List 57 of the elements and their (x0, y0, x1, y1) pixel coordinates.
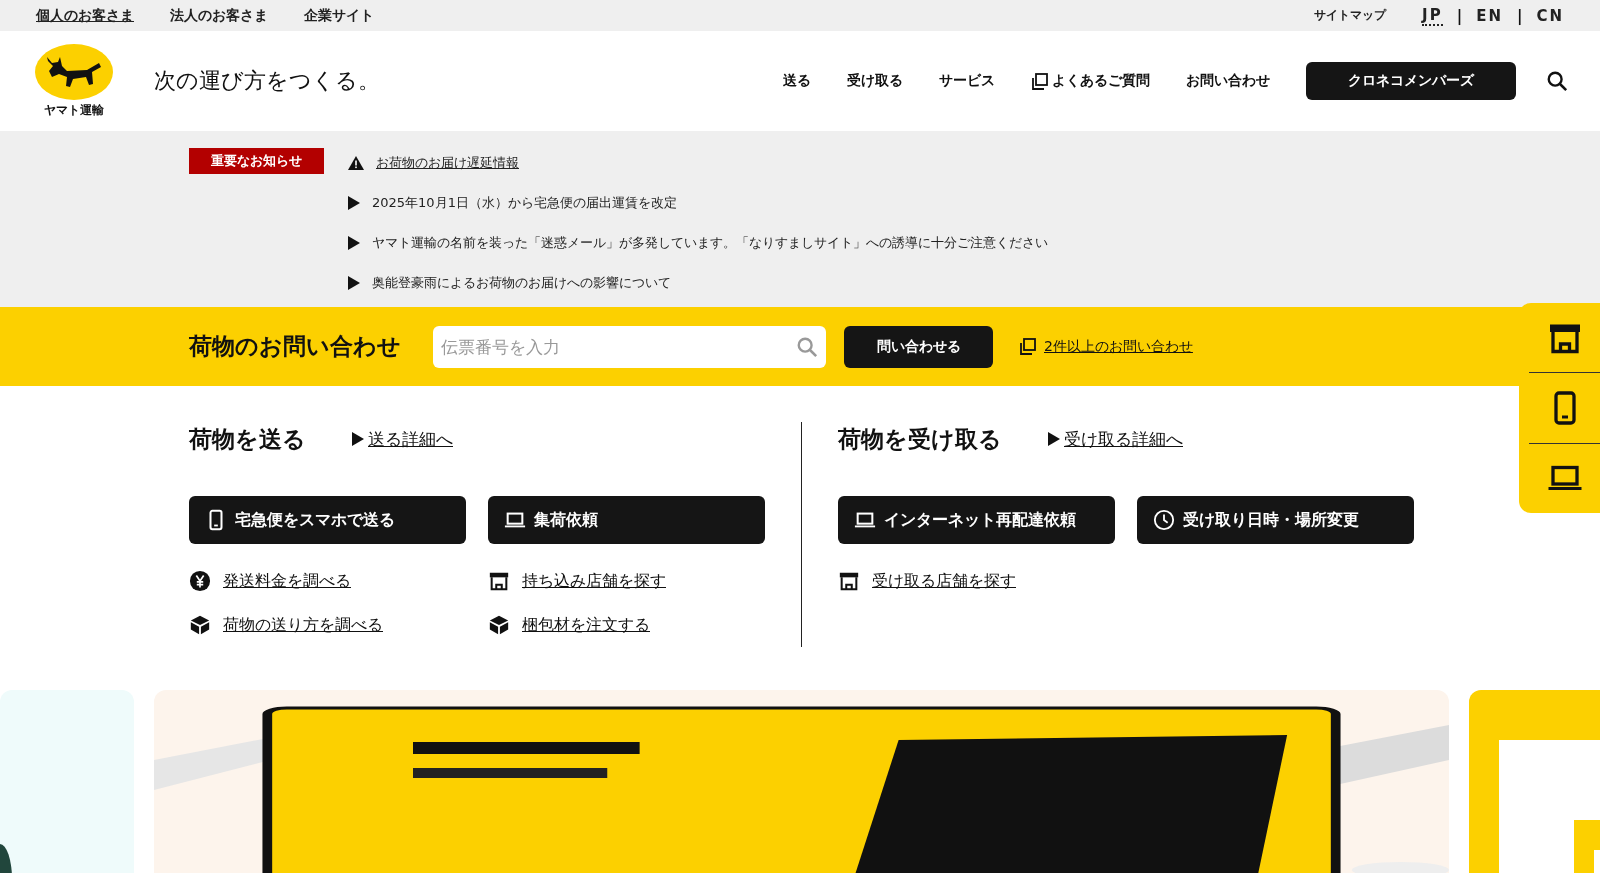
new-window-icon (1031, 72, 1048, 90)
notice-link[interactable]: 奥能登豪雨によるお荷物のお届けへの影響について (372, 274, 671, 292)
search-icon (796, 335, 818, 358)
store-icon (838, 570, 860, 592)
language-link[interactable]: JP (1422, 5, 1443, 26)
service-link[interactable]: 受け取る店舗を探す (872, 570, 1016, 592)
segment-tab[interactable]: 法人のお客さま (170, 6, 268, 25)
segment-tab[interactable]: 企業サイト (304, 6, 374, 25)
arrow-icon (352, 432, 364, 446)
section-title: 荷物を送る (189, 424, 306, 454)
section-title: 荷物を受け取る (838, 424, 1002, 454)
action-button[interactable]: 受け取り日時・場所変更 (1137, 496, 1414, 544)
notice-link[interactable]: 2025年10月1日（水）から宅急便の届出運賃を改定 (372, 194, 677, 212)
action-button[interactable]: インターネット再配達依頼 (838, 496, 1115, 544)
service-link[interactable]: 発送料金を調べる (223, 570, 351, 592)
inquire-button[interactable]: 問い合わせる (844, 325, 993, 368)
tracking-title: 荷物のお問い合わせ (189, 332, 401, 361)
members-button[interactable]: クロネコメンバーズ (1306, 62, 1516, 100)
warning-icon (348, 156, 364, 170)
tracking-number-field[interactable]: 伝票番号を入力 (433, 325, 826, 368)
store-icon (488, 570, 510, 592)
service-link[interactable]: 持ち込み店舗を探す (522, 570, 666, 592)
service-link[interactable]: 荷物の送り方を調べる (223, 614, 383, 636)
details-link[interactable]: 受け取る詳細へ (1064, 427, 1183, 451)
multiple-inquiry-link[interactable]: 2件以上のお問い合わせ (1044, 337, 1193, 356)
language-separator: | (1516, 6, 1523, 25)
new-window-icon (1019, 338, 1036, 355)
nav-link[interactable]: 受け取る (847, 72, 903, 90)
nav-link[interactable]: お問い合わせ (1186, 72, 1270, 90)
yen-icon (189, 570, 211, 592)
language-link[interactable]: CN (1536, 6, 1564, 25)
clock-icon (1153, 509, 1175, 531)
nav-link[interactable]: サービス (939, 72, 995, 90)
search-button[interactable] (1546, 70, 1568, 92)
notice-link[interactable]: お荷物のお届け遅延情報 (376, 154, 519, 172)
arrow-icon (348, 196, 360, 210)
service-link[interactable]: 梱包材を注文する (522, 614, 650, 636)
tagline: 次の運び方をつくる。 (154, 67, 380, 95)
sitemap-link[interactable]: サイトマップ (1314, 7, 1387, 24)
logo-text: ヤマト運輸 (44, 101, 104, 119)
box-icon (488, 614, 510, 636)
language-link[interactable]: EN (1476, 6, 1503, 25)
important-notice-badge: 重要なお知らせ (189, 148, 324, 174)
details-link[interactable]: 送る詳細へ (368, 427, 453, 451)
arrow-icon (348, 276, 360, 290)
notice-link[interactable]: ヤマト運輸の名前を装った「迷惑メール」が多発しています。「なりすましサイト」への誘導に十分ご注意ください (372, 234, 1048, 252)
arrow-icon (348, 236, 360, 250)
segment-tab[interactable]: 個人のお客さま (36, 6, 134, 25)
cat-logo-icon (35, 43, 113, 100)
language-separator: | (1456, 6, 1463, 25)
action-button[interactable]: 集荷依頼 (488, 496, 765, 544)
nav-link[interactable]: 送る (783, 72, 811, 90)
box-icon (189, 614, 211, 636)
search-icon (1546, 70, 1568, 92)
action-button[interactable]: 宅急便をスマホで送る (189, 496, 466, 544)
nav-link[interactable]: よくあるご質問 (1031, 72, 1150, 90)
arrow-icon (1048, 432, 1060, 446)
